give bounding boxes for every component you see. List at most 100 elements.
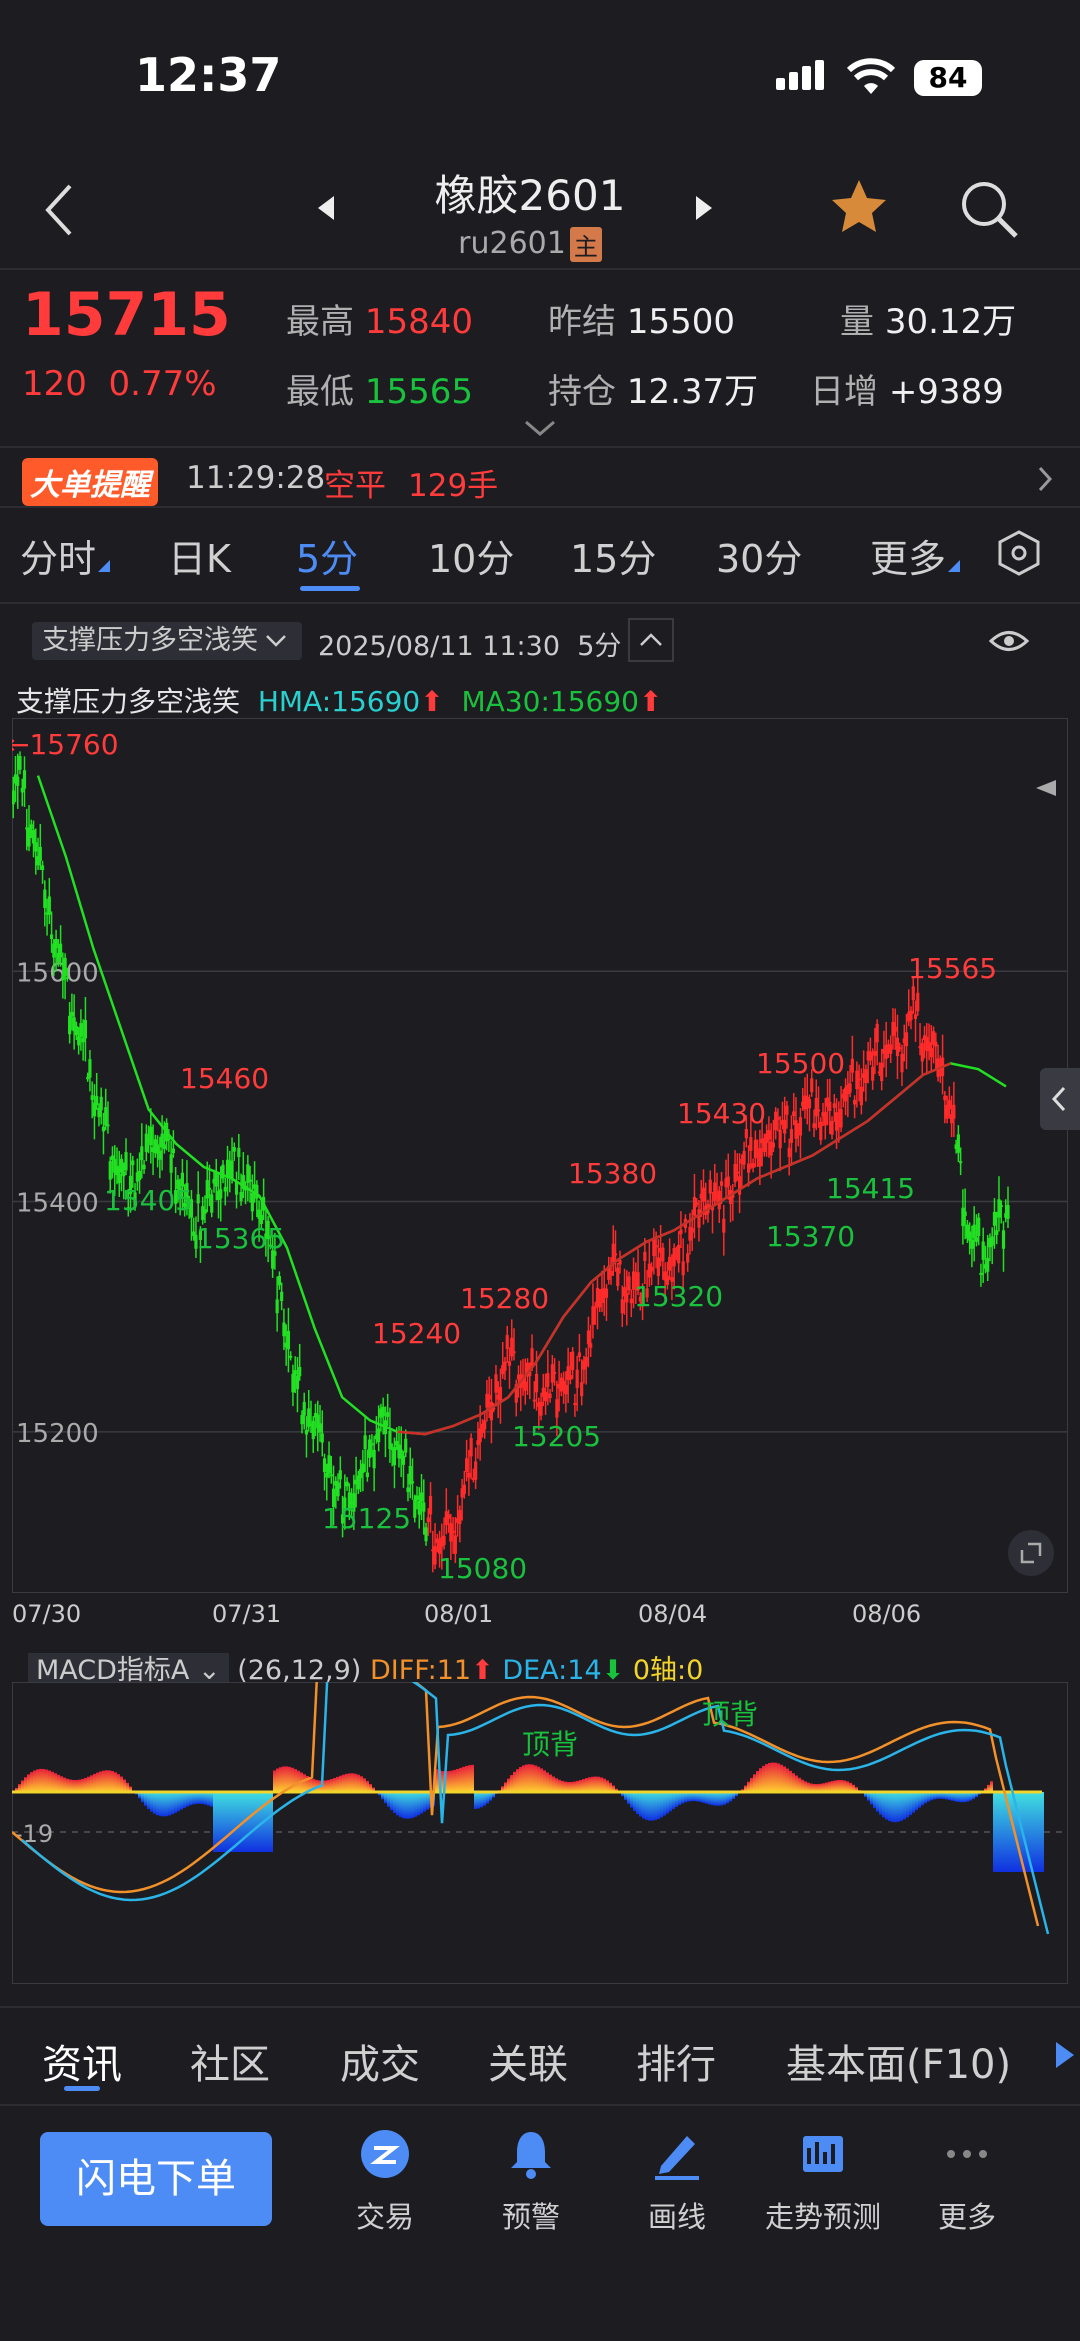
macd-histogram-bar bbox=[714, 1792, 717, 1806]
back-icon[interactable] bbox=[40, 180, 80, 240]
macd-histogram-bar bbox=[462, 1766, 465, 1792]
tab-related[interactable]: 关联 bbox=[488, 2032, 568, 2090]
macd-histogram-bar bbox=[519, 1766, 522, 1792]
tab-news[interactable]: 资讯 bbox=[42, 2032, 122, 2090]
candlestick-chart[interactable]: 15600 15400 15200 15460 1524015280 15380 15430… bbox=[12, 718, 1068, 1593]
macd-histogram-bar bbox=[651, 1792, 654, 1821]
macd-histogram-bar bbox=[480, 1792, 483, 1808]
collapse-button[interactable] bbox=[628, 618, 674, 662]
volume-stat: 量 30.12万 bbox=[840, 294, 1016, 343]
macd-histogram-bar bbox=[525, 1764, 528, 1792]
big-order-alert[interactable]: 大单提醒 11:29:28 空平 129手 bbox=[0, 450, 1080, 506]
macd-histogram-bar bbox=[96, 1772, 99, 1792]
indicator-selector[interactable]: 支撑压力多空浅笑 bbox=[32, 622, 302, 660]
side-panel-toggle[interactable] bbox=[1040, 1068, 1080, 1130]
candle-body bbox=[753, 1139, 757, 1159]
high-price-label: 15280 bbox=[460, 1282, 549, 1315]
candle-body bbox=[214, 1172, 218, 1187]
macd-histogram-bar bbox=[918, 1792, 921, 1808]
tab-10min[interactable]: 10分 bbox=[428, 528, 514, 583]
macd-histogram-bar bbox=[339, 1775, 342, 1792]
tab-trades[interactable]: 成交 bbox=[340, 2032, 420, 2090]
tab-daily-k[interactable]: 日K bbox=[168, 528, 231, 583]
tab-timeshare[interactable]: 分时 bbox=[20, 528, 111, 583]
candle-body bbox=[167, 1138, 171, 1141]
tab-community[interactable]: 社区 bbox=[190, 2032, 270, 2090]
candle-body bbox=[722, 1218, 726, 1233]
candle-body bbox=[88, 1059, 92, 1078]
y-tick-label: 15200 bbox=[16, 1419, 99, 1449]
tab-15min[interactable]: 15分 bbox=[570, 528, 656, 583]
macd-histogram-bar bbox=[699, 1792, 702, 1803]
candle-body bbox=[79, 1023, 83, 1037]
candle-body bbox=[575, 1369, 579, 1389]
macd-histogram-bar bbox=[831, 1780, 834, 1792]
macd-tick-label: -19 bbox=[14, 1820, 53, 1848]
candle-body bbox=[758, 1148, 762, 1167]
candle-body bbox=[530, 1348, 534, 1367]
candle-body bbox=[934, 1041, 938, 1047]
candle-body bbox=[553, 1371, 557, 1374]
candle-body bbox=[543, 1391, 548, 1402]
candle-body bbox=[816, 1109, 821, 1112]
candle-body bbox=[318, 1423, 322, 1433]
dock-label: 画线 bbox=[647, 2200, 706, 2234]
candle-body bbox=[539, 1401, 543, 1416]
macd-histogram-bar bbox=[786, 1768, 789, 1792]
tab-more[interactable]: 更多 bbox=[870, 528, 961, 583]
search-icon[interactable] bbox=[958, 178, 1022, 242]
candle-body bbox=[99, 1096, 103, 1111]
candle-body bbox=[929, 1048, 933, 1058]
favorite-star-icon[interactable] bbox=[828, 176, 890, 238]
candle-body bbox=[909, 1010, 913, 1021]
candle-body bbox=[137, 1170, 142, 1181]
tab-30min[interactable]: 30分 bbox=[716, 528, 802, 583]
dock-draw[interactable]: 画线 bbox=[612, 2126, 742, 2236]
macd-histogram-bar bbox=[717, 1792, 720, 1806]
x-tick: 08/06 bbox=[852, 1600, 922, 1628]
dock-trade[interactable]: 交易 bbox=[320, 2126, 450, 2236]
tab-fundamentals[interactable]: 基本面(F10) bbox=[786, 2032, 1011, 2090]
candle-body bbox=[124, 1152, 128, 1171]
chevron-down-icon[interactable] bbox=[522, 418, 558, 438]
macd-histogram-bar bbox=[198, 1792, 201, 1804]
chevron-down-icon bbox=[266, 635, 286, 647]
active-tab-indicator bbox=[300, 586, 360, 591]
settings-hexagon-icon[interactable] bbox=[994, 528, 1044, 578]
candle-body bbox=[968, 1231, 972, 1241]
candle-body bbox=[232, 1147, 236, 1152]
macd-histogram-bar bbox=[465, 1765, 468, 1792]
flash-order-button[interactable]: 闪电下单 bbox=[40, 2132, 272, 2226]
tab-ranking[interactable]: 排行 bbox=[636, 2032, 716, 2090]
macd-histogram-bar bbox=[723, 1792, 726, 1805]
macd-histogram-bar bbox=[405, 1792, 408, 1819]
candle-body bbox=[512, 1351, 516, 1354]
next-contract-icon[interactable] bbox=[696, 196, 712, 220]
dock-more[interactable]: 更多 bbox=[902, 2126, 1032, 2236]
candle-body bbox=[196, 1194, 200, 1204]
dock-alert[interactable]: 预警 bbox=[466, 2126, 596, 2236]
candle-body bbox=[913, 1014, 918, 1019]
prev-contract-icon[interactable] bbox=[318, 196, 334, 220]
macd-histogram-bar bbox=[33, 1770, 36, 1792]
macd-chart[interactable]: -19顶背顶背 bbox=[12, 1682, 1068, 1984]
trade-icon bbox=[361, 2130, 409, 2178]
macd-histogram-bar bbox=[828, 1781, 831, 1792]
eye-icon[interactable] bbox=[988, 624, 1030, 658]
macd-histogram-bar bbox=[585, 1778, 588, 1792]
candle-body bbox=[970, 1239, 974, 1249]
x-tick: 08/04 bbox=[638, 1600, 708, 1628]
candle-body bbox=[961, 1207, 965, 1227]
candle-body bbox=[381, 1406, 385, 1417]
tab-5min[interactable]: 5分 bbox=[296, 528, 358, 583]
candle-body bbox=[451, 1530, 455, 1533]
fullscreen-button[interactable] bbox=[1008, 1530, 1054, 1576]
dock-forecast[interactable]: 走势预测 bbox=[758, 2126, 888, 2236]
macd-histogram-bar bbox=[924, 1792, 927, 1804]
candle-body bbox=[999, 1205, 1003, 1208]
scroll-right-icon[interactable] bbox=[1054, 2040, 1076, 2070]
candle-body bbox=[580, 1382, 584, 1397]
change-pct: 0.77% bbox=[108, 364, 217, 404]
candle-body bbox=[483, 1420, 487, 1430]
macd-histogram-bar bbox=[84, 1777, 87, 1792]
